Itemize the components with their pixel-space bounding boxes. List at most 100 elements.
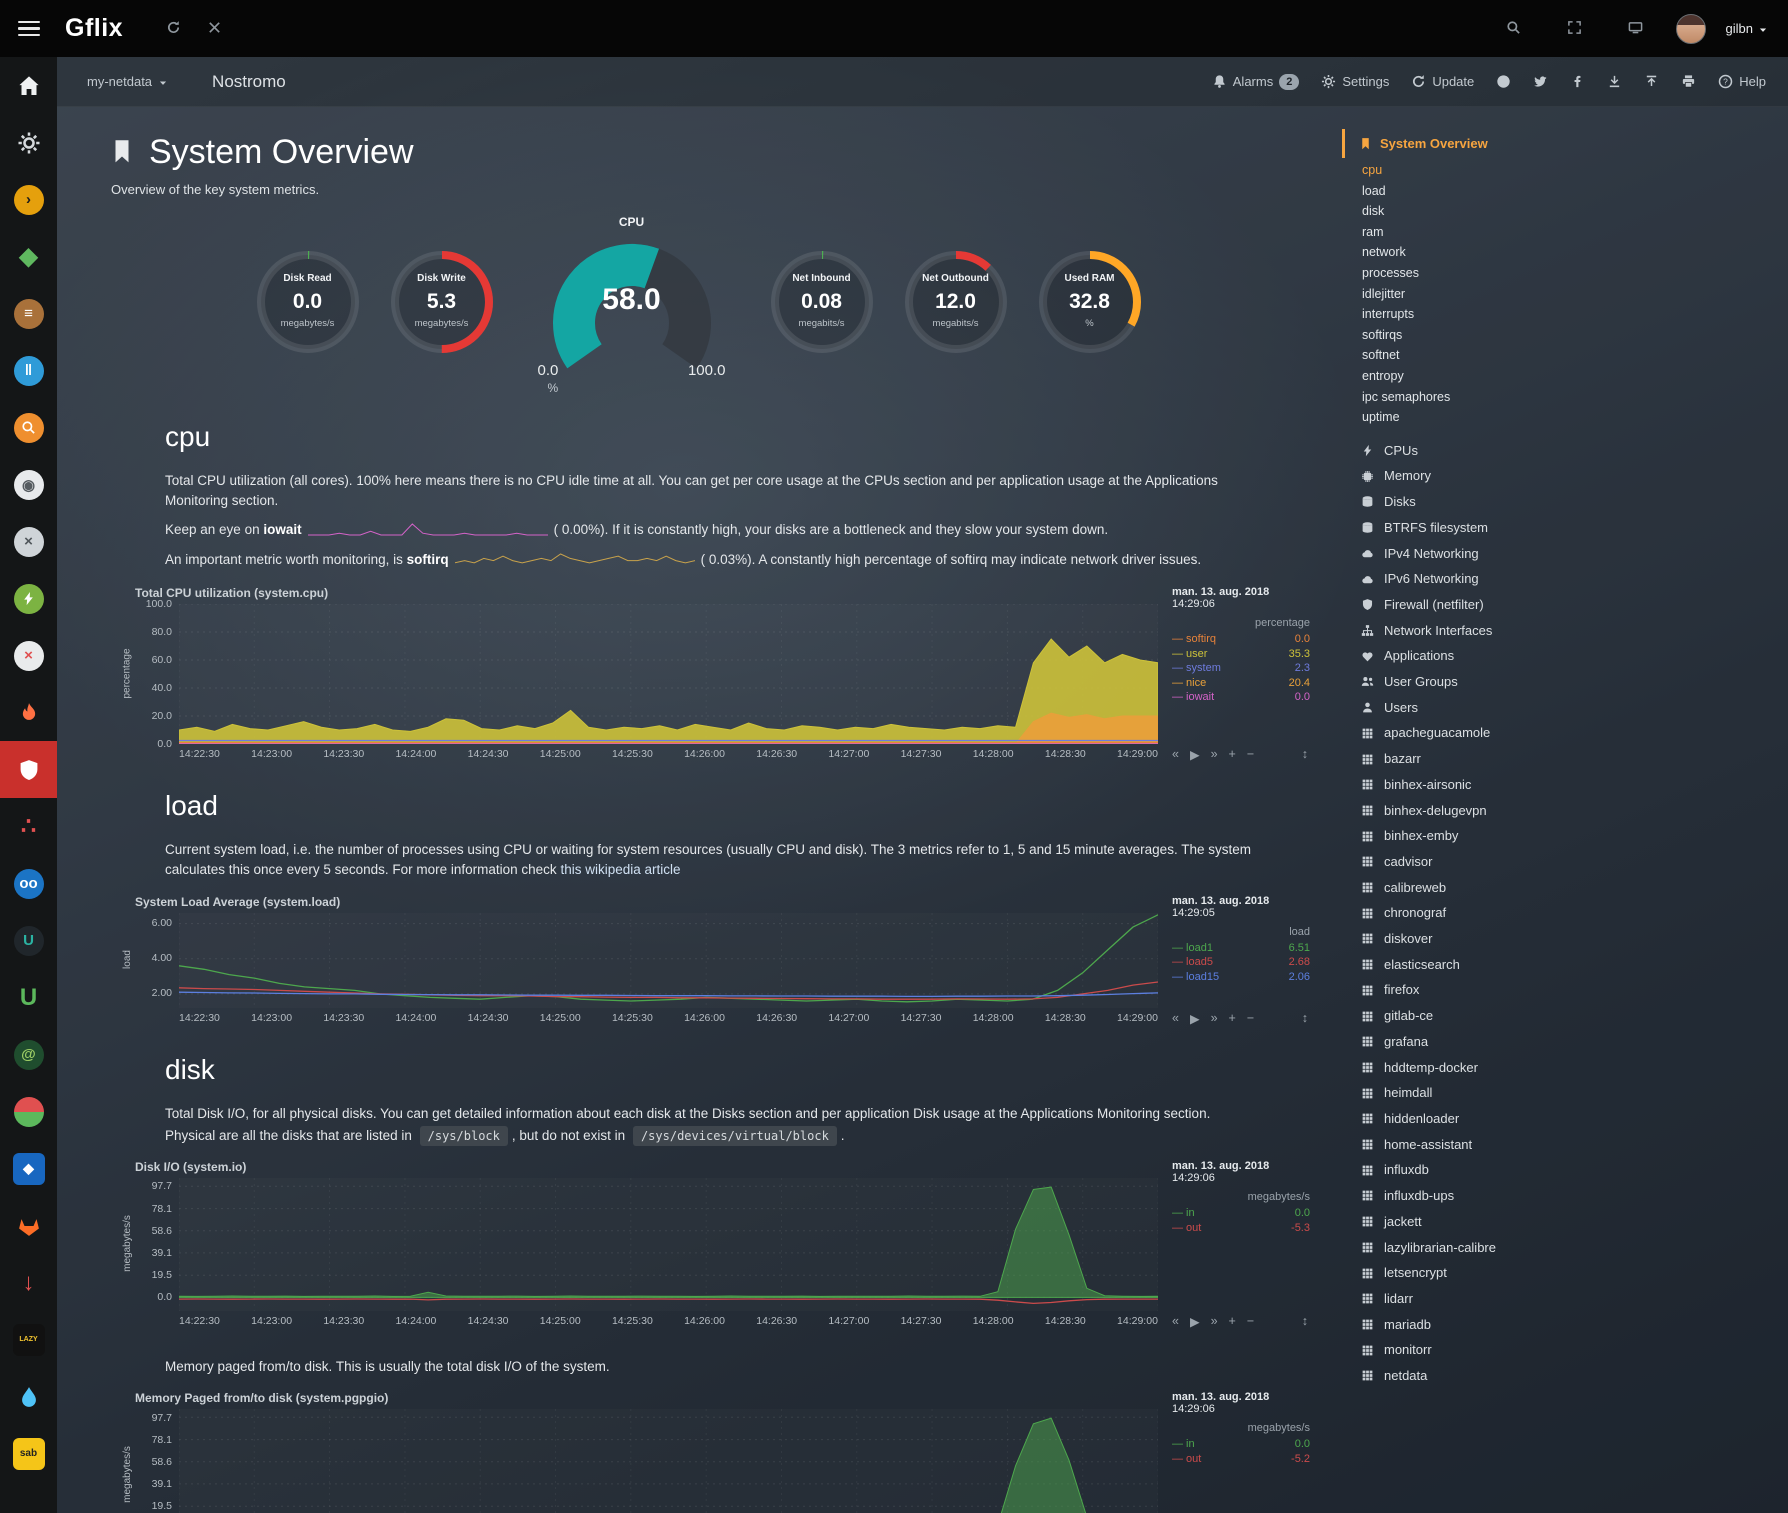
- sidebar-app-icon-green-diamond-app[interactable]: ◆: [0, 228, 57, 285]
- chart-plot-pgpgio[interactable]: [179, 1409, 1158, 1513]
- twitter-button[interactable]: [1533, 74, 1548, 90]
- close-tab-icon[interactable]: [207, 20, 222, 38]
- chart-zoom-out-button[interactable]: −: [1247, 1011, 1254, 1026]
- nav-app-heimdall[interactable]: heimdall: [1342, 1080, 1788, 1106]
- sidebar-app-icon-drop-app[interactable]: [0, 1368, 57, 1425]
- nav-app-hiddenloader[interactable]: hiddenloader: [1342, 1106, 1788, 1132]
- chart-pan-left-button[interactable]: «: [1172, 747, 1179, 762]
- nav-app-hddtemp-docker[interactable]: hddtemp-docker: [1342, 1055, 1788, 1081]
- nav-app-mariadb[interactable]: mariadb: [1342, 1312, 1788, 1338]
- fullscreen-icon[interactable]: [1567, 20, 1582, 38]
- nav-app-influxdb[interactable]: influxdb: [1342, 1157, 1788, 1183]
- chart-plot-disk[interactable]: [179, 1178, 1158, 1311]
- nav-section-disks[interactable]: Disks: [1342, 489, 1788, 515]
- sidebar-app-icon-red-pinwheel-app[interactable]: ×: [0, 627, 57, 684]
- nav-app-apacheguacamole[interactable]: apacheguacamole: [1342, 720, 1788, 746]
- sidebar-app-icon-dark-green-app[interactable]: @: [0, 1026, 57, 1083]
- nav-app-jackett[interactable]: jackett: [1342, 1209, 1788, 1235]
- nav-sub-ipc-semaphores[interactable]: ipc semaphores: [1362, 387, 1788, 408]
- chart-zoom-in-button[interactable]: +: [1229, 1314, 1236, 1329]
- nav-sub-uptime[interactable]: uptime: [1362, 407, 1788, 428]
- sidebar-app-icon-lazylibrarian[interactable]: LAZY: [0, 1311, 57, 1368]
- sidebar-app-icon-plex[interactable]: ›: [0, 171, 57, 228]
- chart-zoom-in-button[interactable]: +: [1229, 747, 1236, 762]
- chart-play-button[interactable]: ▶: [1190, 1314, 1200, 1329]
- chart-zoom-out-button[interactable]: −: [1247, 1314, 1254, 1329]
- nav-app-elasticsearch[interactable]: elasticsearch: [1342, 952, 1788, 978]
- nav-section-btrfs-filesystem[interactable]: BTRFS filesystem: [1342, 515, 1788, 541]
- nav-sub-ram[interactable]: ram: [1362, 222, 1788, 243]
- nav-app-monitorr[interactable]: monitorr: [1342, 1337, 1788, 1363]
- export-button[interactable]: [1644, 74, 1659, 90]
- nav-sub-entropy[interactable]: entropy: [1362, 366, 1788, 387]
- chart-plot-cpu[interactable]: [179, 604, 1158, 744]
- chart-resize-handle[interactable]: ↕: [1302, 1314, 1308, 1329]
- sidebar-app-icon-download-app[interactable]: ↓: [0, 1254, 57, 1311]
- nav-sub-processes[interactable]: processes: [1362, 263, 1788, 284]
- nav-app-lidarr[interactable]: lidarr: [1342, 1286, 1788, 1312]
- search-icon[interactable]: [1506, 20, 1521, 38]
- nav-section-network-interfaces[interactable]: Network Interfaces: [1342, 618, 1788, 644]
- refresh-tab-icon[interactable]: [166, 20, 181, 38]
- menu-button[interactable]: [0, 0, 57, 57]
- gauge-used-ram[interactable]: Used RAM32.8%: [1034, 246, 1146, 364]
- chart-resize-handle[interactable]: ↕: [1302, 747, 1308, 762]
- sidebar-app-icon-green-u-app[interactable]: U: [0, 969, 57, 1026]
- nav-sub-softnet[interactable]: softnet: [1362, 345, 1788, 366]
- sidebar-app-icon-shield-app[interactable]: [0, 741, 57, 798]
- chart-play-button[interactable]: ▶: [1190, 747, 1200, 762]
- nav-sub-idlejitter[interactable]: idlejitter: [1362, 284, 1788, 305]
- help-button[interactable]: ? Help: [1718, 74, 1766, 90]
- gauge-disk-write[interactable]: Disk Write5.3megabytes/s: [386, 246, 498, 364]
- nav-app-binhex-delugevpn[interactable]: binhex-delugevpn: [1342, 798, 1788, 824]
- legend-entry-iowait[interactable]: — iowait0.0: [1172, 690, 1310, 705]
- nav-sub-network[interactable]: network: [1362, 242, 1788, 263]
- sidebar-app-icon-grey-pinwheel-app[interactable]: ×: [0, 513, 57, 570]
- legend-entry-load15[interactable]: — load152.06: [1172, 970, 1310, 985]
- tv-mode-icon[interactable]: [1628, 20, 1643, 38]
- nav-app-cadvisor[interactable]: cadvisor: [1342, 849, 1788, 875]
- nav-app-influxdb-ups[interactable]: influxdb-ups: [1342, 1183, 1788, 1209]
- avatar[interactable]: [1676, 14, 1706, 44]
- nav-app-netdata[interactable]: netdata: [1342, 1363, 1788, 1389]
- nav-app-diskover[interactable]: diskover: [1342, 926, 1788, 952]
- chart-pan-left-button[interactable]: «: [1172, 1011, 1179, 1026]
- nav-section-applications[interactable]: Applications: [1342, 643, 1788, 669]
- github-button[interactable]: [1496, 74, 1511, 90]
- legend-entry-nice[interactable]: — nice20.4: [1172, 676, 1310, 691]
- chart-zoom-in-button[interactable]: +: [1229, 1011, 1236, 1026]
- nav-app-lazylibrarian-calibre[interactable]: lazylibrarian-calibre: [1342, 1235, 1788, 1261]
- legend-entry-load1[interactable]: — load16.51: [1172, 941, 1310, 956]
- nav-app-calibreweb[interactable]: calibreweb: [1342, 875, 1788, 901]
- nav-section-cpus[interactable]: CPUs: [1342, 438, 1788, 464]
- nav-app-bazarr[interactable]: bazarr: [1342, 746, 1788, 772]
- chart-zoom-out-button[interactable]: −: [1247, 747, 1254, 762]
- chart-pan-right-button[interactable]: »: [1211, 1314, 1218, 1329]
- sidebar-app-icon-red-dots-app[interactable]: ∴: [0, 798, 57, 855]
- nav-app-binhex-airsonic[interactable]: binhex-airsonic: [1342, 772, 1788, 798]
- legend-entry-out[interactable]: — out-5.2: [1172, 1452, 1310, 1467]
- chart-resize-handle[interactable]: ↕: [1302, 1011, 1308, 1026]
- sidebar-app-icon-sabnzbd[interactable]: sab: [0, 1425, 57, 1482]
- nav-app-home-assistant[interactable]: home-assistant: [1342, 1132, 1788, 1158]
- import-button[interactable]: [1607, 74, 1622, 90]
- sidebar-app-icon-flame-app[interactable]: [0, 684, 57, 741]
- server-dropdown[interactable]: my-netdata: [87, 74, 168, 89]
- update-button[interactable]: Update: [1411, 74, 1474, 90]
- nav-app-chronograf[interactable]: chronograf: [1342, 900, 1788, 926]
- sidebar-app-icon-owncloud[interactable]: oo: [0, 855, 57, 912]
- nav-sub-softirqs[interactable]: softirqs: [1362, 325, 1788, 346]
- nav-section-firewall-netfilter[interactable]: Firewall (netfilter): [1342, 592, 1788, 618]
- legend-entry-out[interactable]: — out-5.3: [1172, 1221, 1310, 1236]
- print-button[interactable]: [1681, 74, 1696, 90]
- nav-app-grafana[interactable]: grafana: [1342, 1029, 1788, 1055]
- facebook-button[interactable]: [1570, 74, 1585, 90]
- nav-system-overview[interactable]: System Overview: [1342, 129, 1788, 158]
- sidebar-app-icon-gitlab[interactable]: [0, 1197, 57, 1254]
- chart-play-button[interactable]: ▶: [1190, 1011, 1200, 1026]
- legend-entry-system[interactable]: — system2.3: [1172, 661, 1310, 676]
- legend-entry-softirq[interactable]: — softirq0.0: [1172, 632, 1310, 647]
- alarms-button[interactable]: Alarms 2: [1212, 74, 1300, 90]
- settings-button[interactable]: Settings: [1321, 74, 1389, 90]
- nav-sub-interrupts[interactable]: interrupts: [1362, 304, 1788, 325]
